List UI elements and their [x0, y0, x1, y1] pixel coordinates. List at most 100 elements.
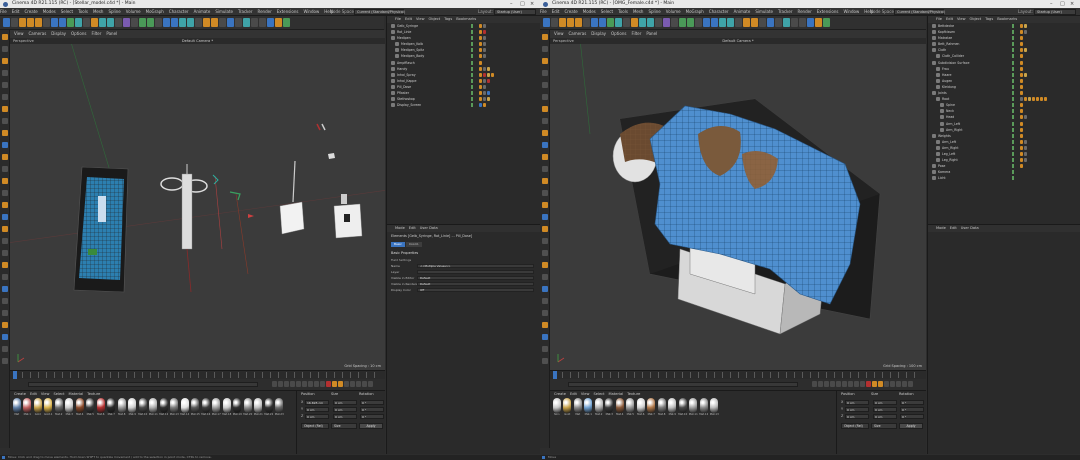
coord-rot-field[interactable]: 0 °	[900, 407, 924, 412]
toolbar-tool-icon[interactable]	[123, 18, 130, 27]
mode-tool-icon[interactable]	[2, 262, 8, 268]
playhead[interactable]	[13, 371, 17, 379]
material-swatch[interactable]: Mat.6	[636, 398, 646, 417]
toolbar-tool-icon[interactable]	[283, 18, 290, 27]
playback-control-icon[interactable]	[290, 381, 295, 387]
mode-tool-icon[interactable]	[2, 142, 8, 148]
visibility-toggle-icon[interactable]	[1012, 133, 1014, 138]
toolbar-tool-icon[interactable]	[679, 18, 686, 27]
menu-tracker[interactable]: Tracker	[778, 9, 792, 14]
material-swatch[interactable]: Mat.20	[243, 398, 253, 417]
material-swatch[interactable]: Gold.1	[44, 398, 54, 417]
viewport-menu-options[interactable]: Options	[71, 31, 86, 36]
object-name[interactable]: Frau	[942, 66, 949, 72]
toolbar-tool-icon[interactable]	[211, 18, 218, 27]
menu-mograph[interactable]: MoGraph	[146, 9, 164, 14]
object-name[interactable]: Medipen_Kolb	[401, 41, 423, 47]
object-tag-icon[interactable]	[1032, 97, 1035, 102]
maximize-icon[interactable]: □	[520, 0, 525, 8]
coord-pos-field[interactable]: 0 cm	[305, 414, 329, 419]
playback-control-icon[interactable]	[902, 381, 907, 387]
object-tag-icon[interactable]	[487, 78, 490, 83]
material-swatch[interactable]: Mat.4	[615, 398, 625, 417]
mode-tool-icon[interactable]	[542, 142, 548, 148]
visibility-toggle-icon[interactable]	[1012, 176, 1014, 181]
material-menu-view[interactable]: View	[581, 392, 590, 396]
toolbar-tool-icon[interactable]	[75, 18, 82, 27]
visibility-toggle-icon[interactable]	[471, 97, 473, 102]
object-menu-edit[interactable]: Edit	[405, 17, 412, 21]
menu-file[interactable]: File	[0, 9, 7, 14]
object-name[interactable]: Neck	[946, 108, 954, 114]
object-tag-icon[interactable]	[479, 78, 482, 83]
visibility-toggle-icon[interactable]	[1012, 60, 1014, 65]
menu-create[interactable]: Create	[564, 9, 577, 14]
playback-control-icon[interactable]	[842, 381, 847, 387]
coord-rot-field[interactable]: 0 °	[900, 414, 924, 419]
object-name[interactable]: Subdivision Surface	[938, 60, 969, 66]
viewport-menu-view[interactable]: View	[14, 31, 24, 36]
object-name[interactable]: Medipen	[397, 35, 411, 41]
object-tag-icon[interactable]	[1020, 151, 1023, 156]
object-name[interactable]: Cloth_Collider	[942, 53, 964, 59]
toolbar-tool-icon[interactable]	[599, 18, 606, 27]
toolbar-tool-icon[interactable]	[567, 18, 574, 27]
mode-tool-icon[interactable]	[542, 70, 548, 76]
object-name[interactable]: Handy	[397, 66, 407, 72]
object-menu-tags[interactable]: Tags	[444, 17, 452, 21]
attribute-menu-mode[interactable]: Mode	[395, 226, 405, 230]
object-tag-icon[interactable]	[479, 42, 482, 47]
toolbar-tool-icon[interactable]	[807, 18, 814, 27]
mode-tool-icon[interactable]	[2, 310, 8, 316]
object-tag-icon[interactable]	[479, 84, 482, 89]
menu-tracker[interactable]: Tracker	[238, 9, 252, 14]
object-tag-icon[interactable]	[487, 66, 490, 71]
object-tag-icon[interactable]	[1024, 158, 1027, 163]
material-swatch[interactable]: Mat.4	[75, 398, 85, 417]
object-tag-icon[interactable]	[1044, 97, 1047, 102]
attribute-menu-user-data[interactable]: User Data	[961, 226, 979, 230]
playback-control-icon[interactable]	[332, 381, 337, 387]
object-tag-icon[interactable]	[1020, 97, 1023, 102]
toolbar-tool-icon[interactable]	[179, 18, 186, 27]
coord-pos-field[interactable]: 16.695 cm	[305, 400, 329, 405]
playback-control-icon[interactable]	[812, 381, 817, 387]
visibility-toggle-icon[interactable]	[1012, 72, 1014, 77]
toolbar-tool-icon[interactable]	[655, 18, 662, 27]
object-name[interactable]: Kleidung	[942, 84, 956, 90]
mode-tool-icon[interactable]	[2, 106, 8, 112]
toolbar-tool-icon[interactable]	[195, 18, 202, 27]
menu-extensions[interactable]: Extensions	[817, 9, 839, 14]
viewport-menu-view[interactable]: View	[554, 31, 564, 36]
object-name[interactable]: Joints	[938, 90, 947, 96]
material-swatch[interactable]: Gold	[563, 398, 573, 417]
material-menu-create[interactable]: Create	[14, 392, 26, 396]
playback-control-icon[interactable]	[830, 381, 835, 387]
playback-control-icon[interactable]	[824, 381, 829, 387]
toolbar-tool-icon[interactable]	[735, 18, 742, 27]
apply-button[interactable]: Apply	[359, 423, 383, 429]
visibility-toggle-icon[interactable]	[471, 30, 473, 35]
object-name[interactable]: Matratze	[938, 35, 952, 41]
toolbar-tool-icon[interactable]	[27, 18, 34, 27]
visibility-toggle-icon[interactable]	[1012, 164, 1014, 169]
menu-create[interactable]: Create	[24, 9, 37, 14]
material-swatch[interactable]: Mat.17	[212, 398, 222, 417]
object-tag-icon[interactable]	[1024, 97, 1027, 102]
object-tag-icon[interactable]	[479, 54, 482, 59]
playback-control-icon[interactable]	[818, 381, 823, 387]
playback-control-icon[interactable]	[308, 381, 313, 387]
toolbar-tool-icon[interactable]	[99, 18, 106, 27]
material-swatch[interactable]: Mat	[12, 398, 22, 417]
viewport-menu-options[interactable]: Options	[611, 31, 626, 36]
mode-tool-icon[interactable]	[542, 118, 548, 124]
material-swatch[interactable]: Mat.15	[191, 398, 201, 417]
toolbar-tool-icon[interactable]	[703, 18, 710, 27]
toolbar-tool-icon[interactable]	[791, 18, 798, 27]
material-swatch[interactable]: Mat.7	[107, 398, 117, 417]
object-tag-icon[interactable]	[479, 97, 482, 102]
mode-tool-icon[interactable]	[2, 358, 8, 364]
mode-tool-icon[interactable]	[2, 34, 8, 40]
object-tag-icon[interactable]	[483, 72, 486, 77]
mode-tool-icon[interactable]	[542, 250, 548, 256]
